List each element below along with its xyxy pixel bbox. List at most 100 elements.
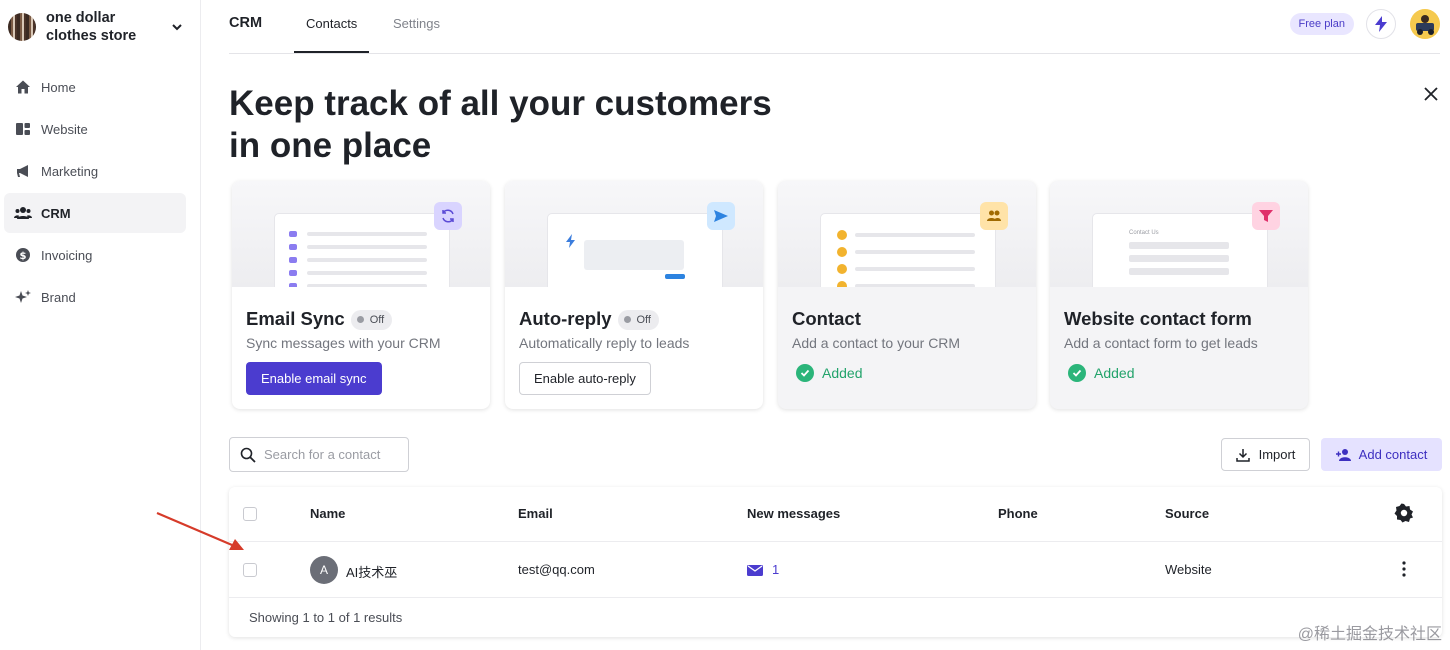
card-title: Email Sync Off [246, 308, 393, 330]
dollar-icon: $ [14, 246, 32, 264]
add-contact-button[interactable]: Add contact [1321, 438, 1442, 471]
contact-name[interactable]: AI技术巫 [346, 562, 397, 581]
email-sync-card: Email Sync Off Sync messages with your CR… [232, 181, 490, 409]
tab-contacts[interactable]: Contacts [306, 16, 357, 31]
mock-window [821, 214, 995, 287]
gear-icon[interactable] [1394, 503, 1414, 523]
watermark: @稀土掘金技术社区 [1297, 626, 1442, 643]
user-avatar[interactable] [1410, 9, 1440, 39]
page-title: Keep track of all your customers in one … [229, 83, 789, 167]
download-icon [1235, 448, 1250, 462]
new-messages-cell[interactable]: 1 [747, 562, 779, 577]
sidebar-item-label: Home [41, 79, 76, 95]
search-input[interactable] [264, 447, 404, 462]
import-button[interactable]: Import [1221, 438, 1310, 471]
status-added: Added [1068, 364, 1134, 382]
table-header: Name Email New messages Phone Source [229, 487, 1442, 542]
website-icon [14, 120, 32, 138]
mock-window [548, 214, 722, 287]
status-added: Added [796, 364, 862, 382]
sidebar-item-label: Marketing [41, 163, 99, 179]
row-checkbox[interactable] [243, 563, 257, 577]
app-title: CRM [229, 15, 263, 31]
users-icon [14, 204, 32, 222]
card-illustration: Contact Us [1050, 181, 1308, 287]
tab-settings[interactable]: Settings [393, 16, 440, 31]
search-box[interactable] [229, 437, 409, 472]
avatar-illustration-icon [1410, 9, 1440, 39]
column-header-phone[interactable]: Phone [998, 506, 1038, 521]
website-contact-form-card: Contact Us Website contact form Add a co… [1050, 181, 1308, 409]
sidebar-item-marketing[interactable]: Marketing [4, 151, 186, 191]
auto-reply-toggle[interactable]: Off [617, 309, 659, 330]
card-illustration [505, 181, 763, 287]
enable-email-sync-button[interactable]: Enable email sync [246, 362, 382, 395]
mock-form-label: Contact Us [1129, 230, 1159, 236]
active-tab-indicator [294, 51, 369, 53]
card-illustration [778, 181, 1036, 287]
column-header-name[interactable]: Name [310, 506, 345, 521]
more-options-icon[interactable] [1401, 560, 1407, 578]
sidebar-item-brand[interactable]: Brand [4, 277, 186, 317]
check-circle-icon [796, 364, 814, 382]
card-title-text: Email Sync [246, 308, 345, 329]
bolt-icon [1375, 16, 1387, 32]
toggle-dot [623, 316, 631, 323]
contact-card: Contact Add a contact to your CRM Added [778, 181, 1036, 409]
add-contact-label: Add contact [1358, 447, 1428, 462]
close-icon[interactable] [1422, 85, 1440, 103]
mock-window: Contact Us [1093, 214, 1267, 287]
check-circle-icon [1068, 364, 1086, 382]
column-header-email[interactable]: Email [518, 506, 553, 521]
store-name: one dollar clothes store [46, 10, 137, 44]
home-icon [14, 78, 32, 96]
contact-avatar: A [310, 556, 338, 584]
megaphone-icon [14, 162, 32, 180]
chevron-down-icon[interactable] [170, 20, 184, 34]
page-title-line2: in one place [229, 126, 432, 165]
sidebar-item-crm[interactable]: CRM [4, 193, 186, 233]
sidebar-item-website[interactable]: Website [4, 109, 186, 149]
sidebar-item-label: Brand [41, 289, 76, 305]
status-label: Added [1094, 365, 1135, 381]
sidebar-item-home[interactable]: Home [4, 67, 186, 107]
search-icon [240, 447, 256, 463]
plan-badge[interactable]: Free plan [1289, 13, 1354, 35]
sidebar-item-label: Invoicing [41, 247, 93, 263]
contacts-table: Name Email New messages Phone Source A A… [229, 487, 1442, 637]
mock-window [275, 214, 449, 287]
contact-email: test@qq.com [518, 562, 595, 577]
import-label: Import [1258, 447, 1296, 462]
sidebar-item-label: Website [41, 121, 88, 137]
mail-icon [747, 564, 763, 576]
column-header-source[interactable]: Source [1165, 506, 1209, 521]
card-title: Contact [792, 308, 861, 329]
card-title: Website contact form [1064, 308, 1252, 329]
sidebar-item-label: CRM [41, 205, 71, 221]
top-bar: CRM Contacts Settings Free plan [229, 0, 1440, 54]
add-user-icon [1335, 448, 1351, 461]
status-label: Added [822, 365, 863, 381]
column-header-new-messages[interactable]: New messages [747, 506, 840, 521]
new-messages-count: 1 [772, 562, 780, 577]
select-all-checkbox[interactable] [243, 507, 257, 521]
svg-text:$: $ [20, 251, 27, 262]
card-title: Auto-reply Off [519, 308, 659, 330]
send-icon [707, 202, 735, 230]
toggle-label: Off [636, 313, 651, 326]
card-description: Add a contact form to get leads [1064, 335, 1258, 351]
contact-source: Website [1165, 562, 1212, 577]
sidebar-item-invoicing[interactable]: $ Invoicing [4, 235, 186, 275]
auto-reply-card: Auto-reply Off Automatically reply to lea… [505, 181, 763, 409]
email-sync-toggle[interactable]: Off [350, 309, 393, 330]
store-switcher[interactable]: one dollar clothes store [8, 9, 188, 45]
toggle-label: Off [369, 313, 385, 326]
table-row[interactable]: A AI技术巫 test@qq.com 1 Website [229, 542, 1442, 598]
card-illustration [232, 181, 490, 287]
pagination-summary: Showing 1 to 1 of 1 results [249, 610, 403, 625]
enable-auto-reply-button[interactable]: Enable auto-reply [519, 362, 651, 395]
toggle-dot [356, 316, 364, 323]
sidebar-nav: Home Website Marketing CRM $ Invoicing B… [4, 67, 186, 319]
sync-icon [434, 202, 462, 230]
quick-actions-button[interactable] [1366, 9, 1396, 39]
